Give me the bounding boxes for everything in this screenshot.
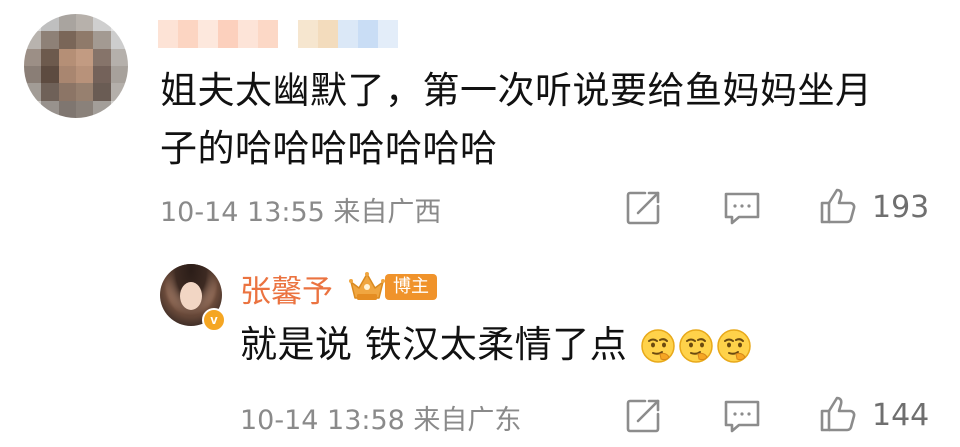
reply-icon[interactable] (722, 396, 762, 436)
comment-item: 姐夫太幽默了，第一次听说要给鱼妈妈坐月 子的哈哈哈哈哈哈哈 10-14 13:5… (0, 0, 960, 240)
comment-text-line: 子的哈哈哈哈哈哈哈 (160, 127, 498, 170)
avatar-face (180, 282, 202, 310)
thinking-face-icon (678, 328, 714, 364)
avatar[interactable] (24, 14, 128, 118)
reply-username[interactable]: 张馨予 (240, 266, 333, 311)
thinking-face-icon (640, 328, 676, 364)
reply-icon[interactable] (722, 188, 762, 228)
share-icon[interactable] (623, 396, 663, 436)
crown-icon (348, 270, 386, 304)
username-blurred[interactable] (158, 20, 398, 48)
like-count: 193 (872, 190, 930, 225)
like-count: 144 (872, 398, 930, 433)
like-icon[interactable] (818, 186, 858, 226)
emoji-group (640, 328, 752, 364)
reply-meta: 10-14 13:58 来自广东 (240, 405, 522, 436)
comment-text-line: 姐夫太幽默了，第一次听说要给鱼妈妈坐月 (160, 69, 873, 112)
reply-text: 就是说 铁汉太柔情了点 (240, 323, 628, 366)
like-icon[interactable] (818, 394, 858, 434)
comment-text: 姐夫太幽默了，第一次听说要给鱼妈妈坐月 子的哈哈哈哈哈哈哈 (160, 62, 873, 178)
v-verified-icon: v (202, 308, 226, 332)
comment-meta: 10-14 13:55 来自广西 (160, 197, 442, 228)
share-icon[interactable] (623, 188, 663, 228)
thinking-face-icon (716, 328, 752, 364)
reply-item: v 张馨予 博主 就是说 铁汉太柔情了点 10-14 13:58 来自广东 14… (0, 240, 960, 447)
blogger-badge: 博主 (385, 274, 437, 300)
